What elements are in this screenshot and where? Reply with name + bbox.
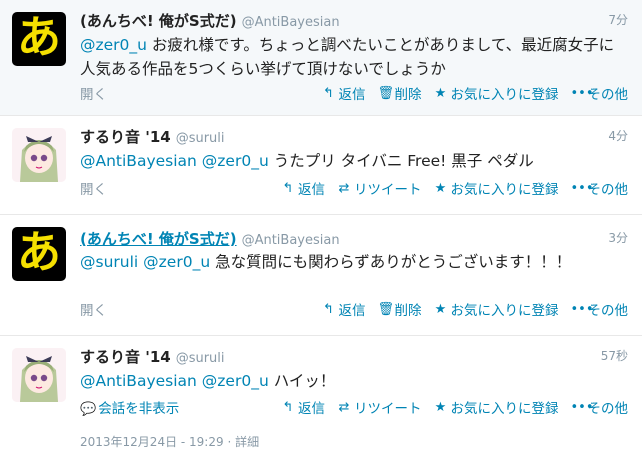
reply-arrow-icon: ↰ [323,85,334,101]
mention[interactable]: @AntiBayesian [80,152,197,170]
star-icon: ★ [434,301,447,317]
mention[interactable]: @zer0_u [143,253,210,271]
tweet[interactable]: あ (あんちべ! 俺がS式だ) @AntiBayesian 7分 @zer0_u … [0,0,642,116]
reply-label: 返信 [338,87,366,103]
display-name[interactable]: するり音 '14 [80,128,171,146]
favorite-button[interactable]: ★ お気に入りに登録 [434,178,559,199]
username[interactable]: @suruli [176,131,225,146]
display-name[interactable]: するり音 '14 [80,348,171,366]
reply-button[interactable]: ↰ 返信 [281,178,325,199]
tweet[interactable]: するり音 '14 @suruli 4分 @AntiBayesian @zer0_u… [0,116,642,215]
reply-button[interactable]: ↰ 返信 [281,397,325,418]
retweet-label: リツイート [354,401,422,417]
favorite-label: お気に入りに登録 [450,87,559,103]
open-link[interactable]: 開く [80,299,107,319]
display-name[interactable]: (あんちべ! 俺がS式だ) [80,230,237,248]
more-label: その他 [587,182,629,198]
dots-icon: ••• [570,180,594,196]
reply-label: 返信 [338,303,366,319]
speech-bubble-icon: 💬 [80,402,97,417]
tweet-body: 急な質問にも関わらずありがとうございます！！！ [210,253,572,271]
dots-icon: ••• [570,85,594,101]
username[interactable]: @suruli [176,351,225,366]
tweet-date[interactable]: 2013年12月24日 - 19:29 [80,435,224,449]
retweet-icon: ⇄ [338,180,350,196]
mention[interactable]: @zer0_u [80,36,147,54]
avatar-glyph: あ [17,12,61,63]
star-icon: ★ [434,180,447,196]
favorite-label: お気に入りに登録 [450,182,559,198]
avatar[interactable]: あ [12,227,66,281]
details-link[interactable]: 詳細 [235,435,259,449]
trash-icon: 🗑 [377,301,395,317]
reply-button[interactable]: ↰ 返信 [322,83,366,104]
timestamp[interactable]: 7分 [608,11,628,28]
retweet-icon: ⇄ [338,399,350,415]
delete-label: 削除 [394,87,422,103]
more-button[interactable]: ••• その他 [570,299,629,320]
reply-button[interactable]: ↰ 返信 [322,299,366,320]
trash-icon: 🗑 [377,85,395,101]
hide-conversation-link[interactable]: 💬 会話を非表示 [80,397,179,417]
anime-avatar-icon [12,348,66,402]
tweet-body: うたプリ タイバニ Free! 黒子 ペダル [268,152,534,170]
reply-label: 返信 [298,182,325,198]
separator: · [223,435,236,449]
timestamp[interactable]: 57秒 [601,347,628,364]
more-button[interactable]: ••• その他 [570,397,629,418]
avatar[interactable] [12,348,66,402]
tweet-text: @AntiBayesian @zer0_u ハイッ！ [80,369,628,393]
reply-label: 返信 [298,401,325,417]
dots-icon: ••• [570,399,594,415]
favorite-button[interactable]: ★ お気に入りに登録 [434,83,559,104]
timestamp[interactable]: 4分 [608,127,628,144]
tweet-body: ハイッ！ [268,372,336,390]
delete-button[interactable]: 🗑 削除 [377,83,422,104]
reply-arrow-icon: ↰ [282,399,294,415]
delete-button[interactable]: 🗑 削除 [377,299,422,320]
favorite-button[interactable]: ★ お気に入りに登録 [434,397,559,418]
mention[interactable]: @suruli [80,253,138,271]
favorite-button[interactable]: ★ お気に入りに登録 [434,299,559,320]
username[interactable]: @AntiBayesian [242,15,340,30]
mention[interactable]: @zer0_u [202,152,269,170]
star-icon: ★ [434,85,447,101]
tweet-text: @zer0_u お疲れ様です。ちょっと調べたいことがありまして、最近腐女子に人気… [80,33,628,81]
retweet-button[interactable]: ⇄ リツイート [337,397,422,418]
more-button[interactable]: ••• その他 [570,178,629,199]
retweet-label: リツイート [354,182,422,198]
avatar[interactable] [12,128,66,182]
open-link[interactable]: 開く [80,83,107,103]
dots-icon: ••• [570,301,594,317]
avatar[interactable]: あ [12,12,66,66]
favorite-label: お気に入りに登録 [450,303,559,319]
username[interactable]: @AntiBayesian [242,233,340,248]
mention[interactable]: @zer0_u [202,372,269,390]
more-button[interactable]: ••• その他 [570,83,629,104]
reply-arrow-icon: ↰ [282,180,294,196]
timestamp[interactable]: 3分 [608,229,628,246]
reply-arrow-icon: ↰ [323,301,334,317]
anime-avatar-icon [12,128,66,182]
tweet[interactable]: あ (あんちべ! 俺がS式だ) @AntiBayesian 3分 @suruli … [0,215,642,336]
tweet-footer: 2013年12月24日 - 19:29 · 詳細 [80,433,259,450]
open-link[interactable]: 開く [80,178,107,198]
star-icon: ★ [434,399,447,415]
more-label: その他 [587,303,629,319]
delete-label: 削除 [394,303,422,319]
hide-conversation-label: 会話を非表示 [98,401,180,417]
avatar-glyph: あ [17,227,61,278]
tweet-text: @suruli @zer0_u 急な質問にも関わらずありがとうございます！！！ [80,250,628,274]
tweet-text: @AntiBayesian @zer0_u うたプリ タイバニ Free! 黒子… [80,149,628,173]
more-label: その他 [587,401,629,417]
more-label: その他 [587,87,629,103]
favorite-label: お気に入りに登録 [450,401,559,417]
retweet-button[interactable]: ⇄ リツイート [337,178,422,199]
mention[interactable]: @AntiBayesian [80,372,197,390]
tweet-body: お疲れ様です。ちょっと調べたいことがありまして、最近腐女子に人気ある作品を5つく… [80,36,615,78]
display-name[interactable]: (あんちべ! 俺がS式だ) [80,12,237,30]
